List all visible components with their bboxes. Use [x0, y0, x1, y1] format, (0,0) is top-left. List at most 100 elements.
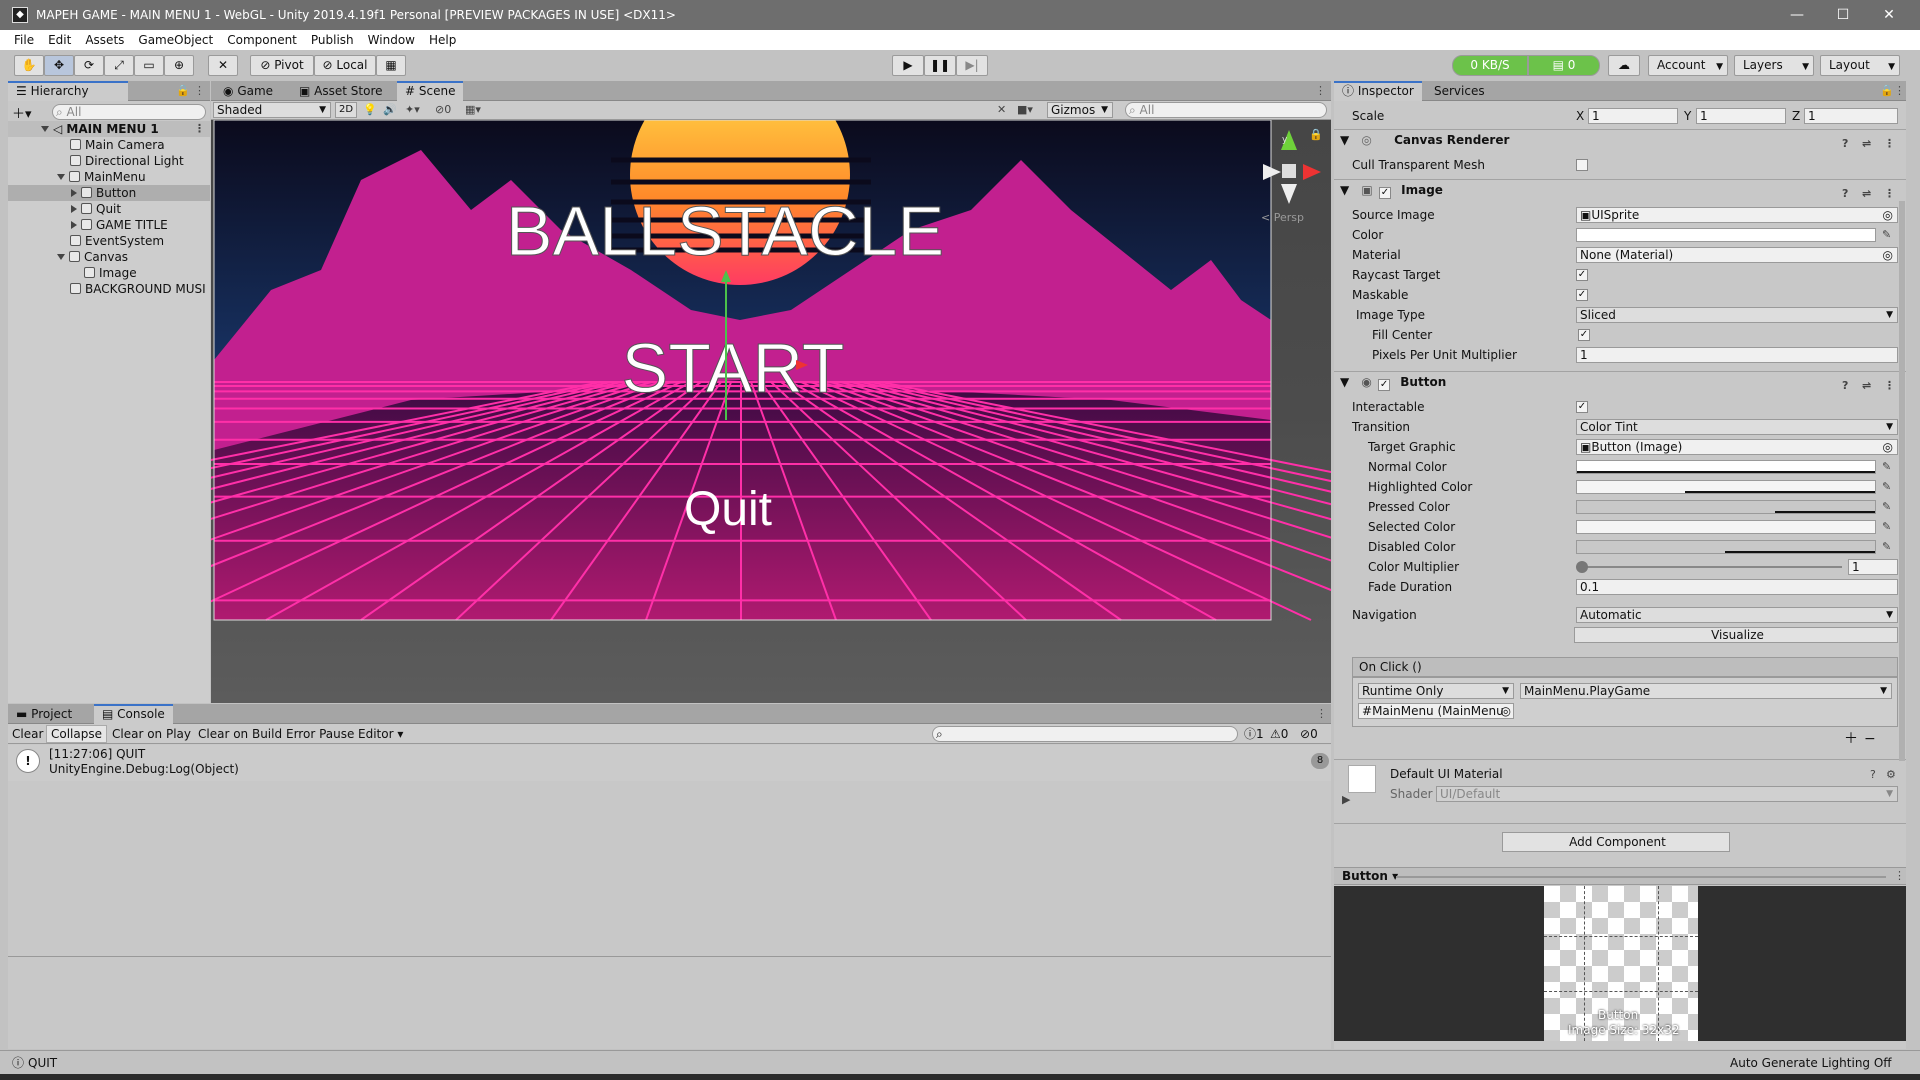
scene-viewport[interactable]: BALLSTACLE START Quit y < Persp 🔒 [211, 120, 1331, 703]
image-type-dropdown[interactable]: Sliced ▼ [1576, 307, 1898, 323]
add-event-button[interactable]: ＋ [1844, 731, 1858, 747]
normal-color-field[interactable] [1576, 460, 1876, 474]
more-icon[interactable]: ⋮ [1894, 84, 1905, 97]
menu-assets[interactable]: Assets [85, 33, 124, 47]
eyedropper-icon[interactable]: ✎ [1882, 228, 1891, 241]
perspective-label[interactable]: < Persp [1261, 210, 1304, 226]
menu-edit[interactable]: Edit [48, 33, 71, 47]
expand-icon[interactable] [57, 174, 65, 180]
create-button[interactable]: ＋▾ [12, 103, 46, 122]
clear-button[interactable]: Clear [12, 726, 43, 742]
navigation-dropdown[interactable]: Automatic ▼ [1576, 607, 1898, 623]
hierarchy-item[interactable]: GAME TITLE [8, 217, 168, 233]
start-button-text[interactable]: START [621, 329, 845, 408]
maximize-icon[interactable]: ☐ [1820, 0, 1866, 30]
visualize-button[interactable]: Visualize [1574, 627, 1898, 643]
fill-center-checkbox[interactable]: ✓ [1578, 329, 1590, 341]
material-field[interactable]: None (Material) ◎ [1576, 247, 1898, 263]
log-count-toggle[interactable]: ⓘ1 [1244, 726, 1264, 742]
layout-dropdown[interactable]: Layout ▼ [1820, 55, 1900, 76]
eyedropper-icon[interactable]: ✎ [1882, 480, 1891, 493]
preset-icon[interactable]: ⇌ [1862, 134, 1871, 154]
step-button[interactable]: ▶| [956, 55, 988, 76]
expand-icon[interactable] [57, 254, 65, 260]
more-icon[interactable]: ⋮ [1894, 869, 1905, 882]
tab-asset-store[interactable]: ▣ Asset Store [291, 81, 391, 101]
axis-gizmo[interactable] [1263, 130, 1321, 204]
quit-button-text[interactable]: Quit [684, 483, 772, 536]
hierarchy-item[interactable]: EventSystem [8, 233, 164, 249]
tab-scene[interactable]: # Scene [397, 81, 464, 101]
pressed-color-field[interactable] [1576, 500, 1876, 514]
image-enabled-checkbox[interactable]: ✓ [1378, 187, 1391, 199]
image-component-header[interactable]: ▼ ▣ ✓ Image ? ⇌ ⋮ [1334, 179, 1906, 200]
color-multiplier-slider-handle[interactable] [1576, 561, 1588, 573]
color-multiplier-field[interactable]: 1 [1848, 559, 1898, 575]
account-dropdown[interactable]: Account ▼ [1648, 55, 1728, 76]
function-dropdown[interactable]: MainMenu.PlayGame ▼ [1520, 683, 1892, 699]
scale-tool-icon[interactable]: ⤢ [104, 55, 134, 76]
shader-dropdown[interactable]: UI/Default ▼ [1436, 786, 1898, 802]
close-icon[interactable]: ✕ [1866, 0, 1912, 30]
camera-icon[interactable]: ■▾ [1017, 103, 1033, 116]
hierarchy-item[interactable]: MainMenu [8, 169, 146, 185]
shading-dropdown[interactable]: Shaded ▼ [213, 102, 331, 118]
menu-publish[interactable]: Publish [311, 33, 354, 47]
expand-icon[interactable] [71, 221, 77, 229]
maskable-checkbox[interactable]: ✓ [1576, 289, 1588, 301]
preview-resize-handle[interactable] [1396, 876, 1886, 878]
menu-component[interactable]: Component [227, 33, 297, 47]
disabled-color-field[interactable] [1576, 540, 1876, 554]
settings-icon[interactable]: ⚙ [1886, 768, 1896, 781]
menu-file[interactable]: File [14, 33, 34, 47]
button-component-header[interactable]: ▼ ◉ ✓ Button ? ⇌ ⋮ [1334, 371, 1906, 392]
menu-window[interactable]: Window [368, 33, 415, 47]
image-color-field[interactable] [1576, 228, 1876, 242]
play-button[interactable]: ▶ [892, 55, 924, 76]
move-tool-icon[interactable]: ✥ [44, 55, 74, 76]
more-icon[interactable]: ⋮ [1316, 707, 1327, 720]
rect-tool-icon[interactable]: ▭ [134, 55, 164, 76]
warning-count-toggle[interactable]: ⚠0 [1270, 726, 1288, 742]
hand-tool-icon[interactable]: ✋ [14, 55, 44, 76]
hierarchy-item-selected[interactable]: Button [8, 185, 210, 201]
expand-icon[interactable]: ▶ [1342, 793, 1350, 806]
more-icon[interactable]: ⋮ [1884, 376, 1895, 396]
cull-transparent-checkbox[interactable] [1576, 159, 1588, 171]
canvas-renderer-header[interactable]: ▼ ◎ Canvas Renderer ? ⇌ ⋮ [1334, 129, 1906, 150]
expand-icon[interactable] [71, 205, 77, 213]
tab-services[interactable]: Services [1426, 81, 1493, 101]
object-picker-icon[interactable]: ◎ [1883, 440, 1893, 454]
runtime-dropdown[interactable]: Runtime Only ▼ [1358, 683, 1514, 699]
audio-icon[interactable]: 🔊 [383, 103, 397, 116]
help-icon[interactable]: ? [1842, 184, 1848, 204]
expand-icon[interactable] [71, 189, 77, 197]
console-search[interactable]: ⌕ [932, 726, 1238, 742]
hierarchy-search[interactable]: ⌕ All [52, 104, 206, 120]
tab-game[interactable]: ◉ Game [215, 81, 281, 101]
hierarchy-item[interactable]: Image [8, 265, 137, 281]
object-picker-icon[interactable]: ◎ [1501, 704, 1511, 718]
transform-tool-icon[interactable]: ⊕ [164, 55, 194, 76]
preview-title[interactable]: Button ▾ [1342, 868, 1398, 884]
hierarchy-item[interactable]: Quit [8, 201, 121, 217]
menu-gameobject[interactable]: GameObject [138, 33, 213, 47]
preset-icon[interactable]: ⇌ [1862, 376, 1871, 396]
grid-icon[interactable]: ▦▾ [465, 103, 481, 116]
more-icon[interactable]: ⋮ [1315, 84, 1326, 97]
remove-event-button[interactable]: − [1864, 731, 1876, 747]
inspector-scrollbar[interactable] [1899, 201, 1905, 761]
pause-button[interactable]: ❚❚ [924, 55, 956, 76]
tools-icon[interactable]: ✕ [997, 103, 1006, 116]
scale-z-field[interactable]: 1 [1804, 108, 1898, 124]
lock-icon[interactable]: 🔒 [176, 84, 190, 97]
gizmos-dropdown[interactable]: Gizmos ▼ [1047, 102, 1113, 118]
console-entry[interactable]: ! [11:27:06] QUIT UnityEngine.Debug:Log(… [8, 745, 1331, 781]
clear-on-build-button[interactable]: Clear on Build [198, 726, 282, 742]
scene-search[interactable]: ⌕ All [1125, 102, 1327, 118]
fade-duration-field[interactable]: 0.1 [1576, 579, 1898, 595]
message-counter[interactable]: ▤ 0 [1528, 55, 1600, 76]
help-icon[interactable]: ? [1842, 376, 1848, 396]
pivot-button[interactable]: ⊘ Pivot [250, 55, 314, 76]
network-indicator[interactable]: 0 KB/S [1452, 55, 1528, 76]
